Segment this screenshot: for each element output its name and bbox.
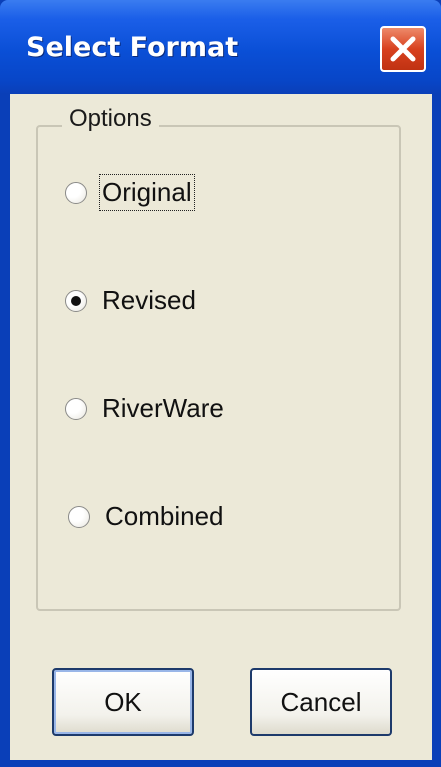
- close-button[interactable]: [380, 26, 426, 72]
- ok-button[interactable]: OK: [52, 668, 194, 736]
- radio-button-original[interactable]: [65, 181, 87, 204]
- radio-option-revised[interactable]: Revised: [65, 282, 199, 319]
- cancel-button[interactable]: Cancel: [250, 668, 392, 736]
- radio-option-original[interactable]: Original: [65, 174, 195, 211]
- select-format-dialog: Select Format Options Original Revised R…: [0, 0, 441, 767]
- radio-button-riverware[interactable]: [65, 397, 87, 420]
- radio-button-revised[interactable]: [65, 289, 87, 312]
- radio-button-combined[interactable]: [68, 505, 90, 528]
- radio-label-combined[interactable]: Combined: [102, 498, 227, 535]
- options-group-label: Options: [62, 105, 159, 133]
- title-bar[interactable]: Select Format: [0, 0, 441, 94]
- radio-option-riverware[interactable]: RiverWare: [65, 390, 227, 427]
- radio-label-riverware[interactable]: RiverWare: [99, 390, 227, 427]
- close-icon: [390, 36, 416, 62]
- dialog-body: Options Original Revised RiverWare Combi…: [10, 94, 432, 760]
- dialog-title: Select Format: [26, 32, 239, 63]
- radio-label-original[interactable]: Original: [99, 174, 195, 211]
- radio-label-revised[interactable]: Revised: [99, 282, 199, 319]
- radio-option-combined[interactable]: Combined: [68, 498, 227, 535]
